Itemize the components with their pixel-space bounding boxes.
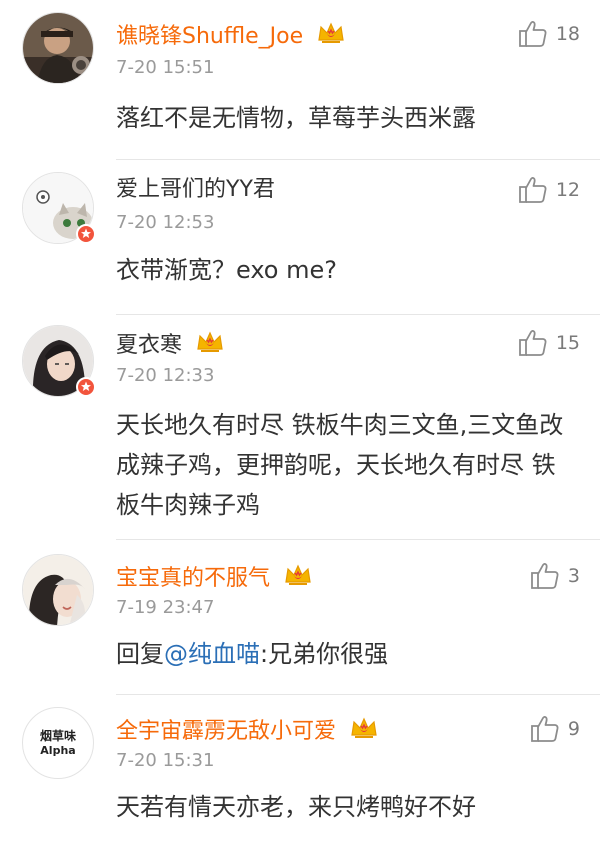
comment-item: 谯晓锋Shuffle_Joe 7-20 15:51 18 落红不是无情物，草莓芋… — [0, 0, 600, 160]
like-button[interactable]: 15 — [518, 329, 580, 357]
comment-text: 天长地久有时尽 铁板牛肉三文鱼,三文鱼改成辣子鸡，更押韵呢，天长地久有时尽 铁板… — [116, 411, 564, 519]
comment-time: 7-20 12:33 — [116, 365, 215, 386]
vip-crown-icon — [283, 562, 313, 596]
thumbs-up-icon — [518, 329, 548, 357]
comment-time: 7-20 12:53 — [116, 212, 215, 233]
like-count: 18 — [555, 23, 580, 45]
username-text: 谯晓锋Shuffle_Joe — [116, 24, 304, 49]
comment-feed: 谯晓锋Shuffle_Joe 7-20 15:51 18 落红不是无情物，草莓芋… — [0, 0, 600, 855]
avatar[interactable] — [22, 554, 94, 626]
avatar[interactable]: 烟草味 Alpha — [22, 707, 94, 779]
like-button[interactable]: 18 — [518, 20, 580, 48]
like-button[interactable]: 9 — [530, 715, 580, 743]
avatar-text-logo-icon: 烟草味 Alpha — [22, 707, 94, 779]
vip-crown-icon — [349, 715, 379, 749]
like-count: 9 — [567, 718, 580, 740]
verified-badge-icon — [76, 224, 96, 244]
reply-text: :兄弟你很强 — [260, 640, 389, 668]
username-text: 夏衣寒 — [116, 333, 183, 358]
avatar-photo-man-icon — [22, 12, 94, 84]
avatar[interactable] — [22, 12, 94, 84]
verified-badge-icon — [76, 377, 96, 397]
avatar-text-line: Alpha — [40, 743, 76, 757]
reply-prefix: 回复 — [116, 640, 164, 668]
comment-text: 天若有情天亦老，来只烤鸭好不好 — [116, 793, 476, 821]
username[interactable]: 夏衣寒 — [116, 329, 225, 363]
avatar-text-line: 烟草味 — [39, 728, 76, 743]
like-button[interactable]: 12 — [518, 176, 580, 204]
comment-time: 7-20 15:51 — [116, 57, 215, 78]
mention-link[interactable]: @纯血喵 — [164, 640, 260, 668]
thumbs-up-icon — [518, 20, 548, 48]
comment-item: 爱上哥们的YY君 7-20 12:53 12 衣带渐宽？exo me? — [0, 160, 600, 315]
like-count: 12 — [555, 179, 580, 201]
like-count: 3 — [567, 565, 580, 587]
avatar-anime-illustration-icon — [22, 554, 94, 626]
username-text: 全宇宙霹雳无敌小可爱 — [116, 719, 337, 744]
comment-time: 7-20 15:31 — [116, 750, 215, 771]
username[interactable]: 宝宝真的不服气 — [116, 562, 313, 596]
comment-text: 落红不是无情物，草莓芋头西米露 — [116, 104, 476, 132]
comment-item: 烟草味 Alpha 全宇宙霹雳无敌小可爱 7-20 15:31 9 天若有情天亦… — [0, 695, 600, 855]
like-button[interactable]: 3 — [530, 562, 580, 590]
username[interactable]: 谯晓锋Shuffle_Joe — [116, 20, 346, 54]
comment-item: 夏衣寒 7-20 12:33 15 天长地久有时尽 铁板牛肉三文鱼,三文鱼改成辣… — [0, 315, 600, 540]
comment-item: 宝宝真的不服气 7-19 23:47 3 回复@纯血喵:兄弟你很强 — [0, 540, 600, 695]
thumbs-up-icon — [518, 176, 548, 204]
comment-text: 衣带渐宽？exo me? — [116, 256, 338, 284]
thumbs-up-icon — [530, 562, 560, 590]
username[interactable]: 全宇宙霹雳无敌小可爱 — [116, 715, 379, 749]
username-text: 爱上哥们的YY君 — [116, 177, 275, 202]
avatar[interactable] — [22, 172, 96, 244]
comment-time: 7-19 23:47 — [116, 597, 215, 618]
vip-crown-icon — [195, 329, 225, 363]
thumbs-up-icon — [530, 715, 560, 743]
vip-crown-icon — [316, 20, 346, 54]
like-count: 15 — [555, 332, 580, 354]
avatar[interactable] — [22, 325, 96, 397]
comment-text: 回复@纯血喵:兄弟你很强 — [116, 634, 576, 674]
username-text: 宝宝真的不服气 — [116, 566, 271, 591]
username[interactable]: 爱上哥们的YY君 — [116, 176, 275, 204]
